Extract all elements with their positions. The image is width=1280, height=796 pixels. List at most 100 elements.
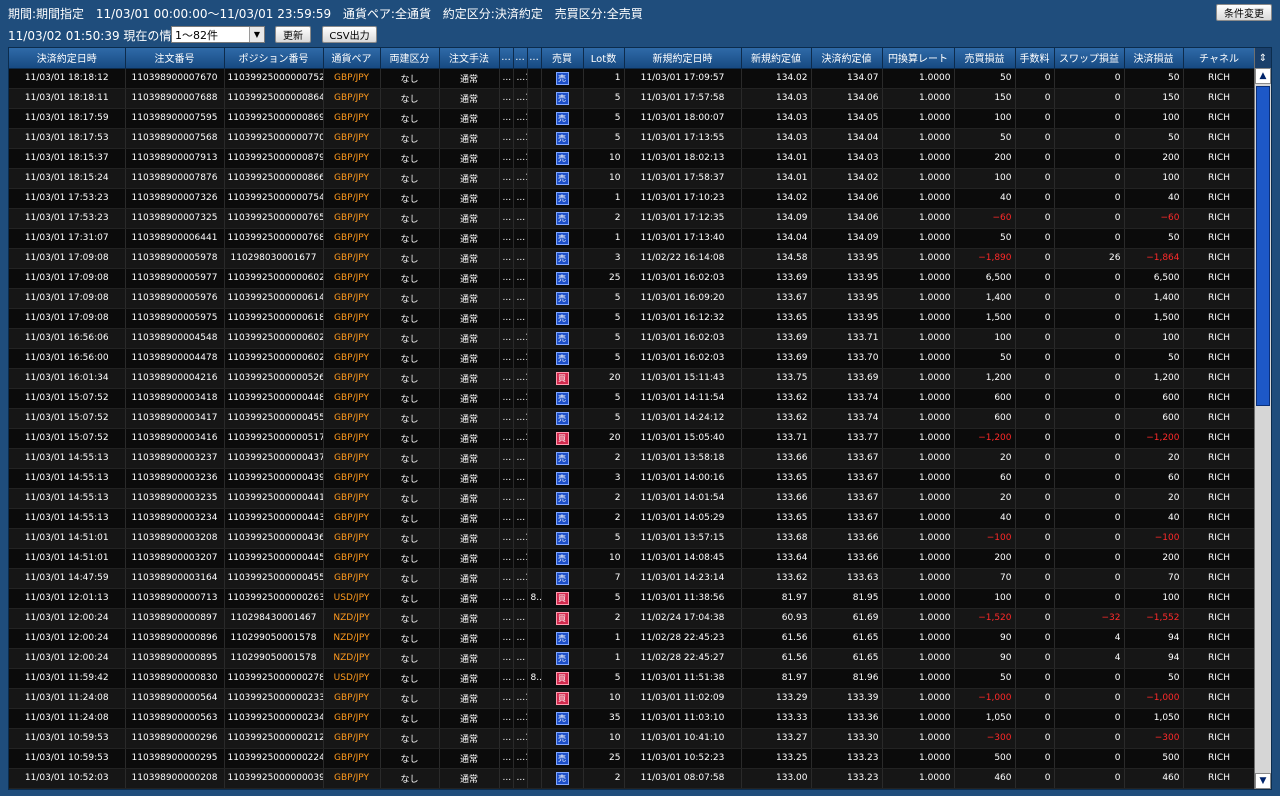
table-cell: 0: [1054, 528, 1125, 549]
range-select[interactable]: 1〜82件 ▼: [171, 26, 265, 43]
table-cell: RICH: [1183, 348, 1256, 369]
table-row[interactable]: 11/03/01 18:18:12 110398900007670 11039925…: [9, 68, 1256, 89]
table-row[interactable]: 11/03/01 14:47:59 110398900003164 11039925…: [9, 568, 1256, 589]
column-header[interactable]: ...: [499, 48, 514, 69]
table-row[interactable]: 11/03/01 16:56:06 110398900004548 11039925…: [9, 328, 1256, 349]
table-row[interactable]: 11/03/01 14:55:13 110398900003234 11039925…: [9, 508, 1256, 529]
column-header[interactable]: 売買損益: [954, 48, 1016, 69]
column-header[interactable]: 円換算レート: [882, 48, 955, 69]
vertical-scrollbar[interactable]: ▲ ▼: [1254, 68, 1271, 789]
table-row[interactable]: 11/03/01 11:24:08 110398900000564 11039925…: [9, 688, 1256, 709]
column-header[interactable]: 新規約定値: [741, 48, 812, 69]
table-row[interactable]: 11/03/01 17:31:07 110398900006441 11039925…: [9, 228, 1256, 249]
column-header[interactable]: 売買: [541, 48, 584, 69]
table-cell: 5: [583, 88, 625, 109]
column-header[interactable]: 通貨ペア: [323, 48, 381, 69]
table-cell: 40: [954, 188, 1016, 209]
column-header[interactable]: ...: [513, 48, 528, 69]
table-cell: 売: [541, 128, 584, 149]
table-row[interactable]: 11/03/01 12:00:24 110398900000897 11029843…: [9, 608, 1256, 629]
table-cell: 0: [1015, 448, 1055, 469]
table-cell: 133.69: [811, 368, 883, 389]
column-header[interactable]: 決済約定値: [811, 48, 883, 69]
table-cell: ...: [499, 228, 514, 249]
table-row[interactable]: 11/03/01 12:00:24 110398900000896 11029905…: [9, 628, 1256, 649]
table-row[interactable]: 11/03/01 15:07:52 110398900003416 11039925…: [9, 428, 1256, 449]
scroll-down-icon[interactable]: ▼: [1255, 773, 1271, 789]
chevron-down-icon[interactable]: ▼: [249, 27, 264, 42]
table-cell: ...: [499, 148, 514, 169]
table-row[interactable]: 11/03/01 11:59:42 110398900000830 11039925…: [9, 668, 1256, 689]
table-row[interactable]: 11/03/01 17:53:23 110398900007326 11039925…: [9, 188, 1256, 209]
table-cell: 10: [583, 728, 625, 749]
scroll-up-icon[interactable]: ▲: [1255, 68, 1271, 84]
table-cell: 0: [1015, 108, 1055, 129]
column-header[interactable]: 注文番号: [125, 48, 225, 69]
table-cell: 90: [954, 648, 1016, 669]
table-cell: ...: [499, 688, 514, 709]
table-row[interactable]: 11/03/01 17:09:08 110398900005975 11039925…: [9, 308, 1256, 329]
table-cell: 133.29: [741, 688, 812, 709]
table-row[interactable]: 11/03/01 15:07:52 110398900003417 11039925…: [9, 408, 1256, 429]
table-row[interactable]: 11/03/01 14:51:01 110398900003207 11039925…: [9, 548, 1256, 569]
column-header[interactable]: Lot数: [583, 48, 625, 69]
table-row[interactable]: 11/03/01 18:18:11 110398900007688 11039925…: [9, 88, 1256, 109]
table-row[interactable]: 11/03/01 17:09:08 110398900005978 11029803…: [9, 248, 1256, 269]
csv-export-button[interactable]: CSV出力: [322, 26, 377, 43]
table-row[interactable]: 11/03/01 10:59:53 110398900000295 11039925…: [9, 748, 1256, 769]
table-row[interactable]: 11/03/01 17:53:23 110398900007325 11039925…: [9, 208, 1256, 229]
table-cell: 110399250000005178: [224, 428, 324, 449]
table-row[interactable]: 11/03/01 16:01:34 110398900004216 11039925…: [9, 368, 1256, 389]
table-row[interactable]: 11/03/01 14:55:13 110398900003236 11039925…: [9, 468, 1256, 489]
column-header[interactable]: チャネル: [1183, 48, 1256, 69]
column-header[interactable]: 決済損益: [1124, 48, 1184, 69]
table-cell: 0: [1015, 508, 1055, 529]
table-cell: RICH: [1183, 748, 1256, 769]
column-settings-icon[interactable]: ⇕: [1254, 48, 1271, 68]
table-cell: 0: [1015, 68, 1055, 89]
table-row[interactable]: 11/03/01 18:15:24 110398900007876 11039925…: [9, 168, 1256, 189]
table-row[interactable]: 11/03/01 14:51:01 110398900003208 11039925…: [9, 528, 1256, 549]
column-header[interactable]: ポジション番号: [224, 48, 324, 69]
table-cell: 11/03/01 17:10:23: [624, 188, 742, 209]
table-row[interactable]: 11/03/01 18:17:53 110398900007568 11039925…: [9, 128, 1256, 149]
table-cell: ...: [513, 508, 528, 529]
table-cell: 1.0000: [882, 728, 955, 749]
table-row[interactable]: 11/03/01 16:56:00 110398900004478 11039925…: [9, 348, 1256, 369]
column-header[interactable]: 決済約定日時: [9, 48, 126, 69]
table-row[interactable]: 11/03/01 18:17:59 110398900007595 11039925…: [9, 108, 1256, 129]
table-cell: RICH: [1183, 468, 1256, 489]
table-row[interactable]: 11/03/01 10:52:03 110398900000208 11039925…: [9, 768, 1256, 789]
column-header[interactable]: 両建区分: [380, 48, 440, 69]
table-row[interactable]: 11/03/01 14:55:13 110398900003235 11039925…: [9, 488, 1256, 509]
refresh-button[interactable]: 更新: [275, 26, 311, 43]
column-header[interactable]: 新規約定日時: [624, 48, 742, 69]
sell-badge: 売: [555, 251, 569, 265]
column-header[interactable]: スワップ損益: [1054, 48, 1125, 69]
table-cell: 50: [954, 348, 1016, 369]
column-header[interactable]: 手数料: [1015, 48, 1055, 69]
column-header[interactable]: 注文手法: [439, 48, 500, 69]
change-conditions-button[interactable]: 条件変更: [1216, 4, 1272, 21]
table-row[interactable]: 11/03/01 18:15:37 110398900007913 11039925…: [9, 148, 1256, 169]
table-cell: [527, 468, 542, 489]
scroll-thumb[interactable]: [1256, 86, 1270, 406]
table-row[interactable]: 11/03/01 10:59:53 110398900000296 11039925…: [9, 728, 1256, 749]
table-cell: [527, 228, 542, 249]
table-cell: 134.02: [741, 68, 812, 89]
table-cell: 通常: [439, 108, 500, 129]
column-header[interactable]: ...: [527, 48, 542, 69]
table-cell: 133.66: [811, 548, 883, 569]
table-cell: 20: [583, 428, 625, 449]
table-row[interactable]: 11/03/01 12:00:24 110398900000895 11029905…: [9, 648, 1256, 669]
table-cell: 通常: [439, 748, 500, 769]
table-row[interactable]: 11/03/01 17:09:08 110398900005977 11039925…: [9, 268, 1256, 289]
table-row[interactable]: 11/03/01 14:55:13 110398900003237 11039925…: [9, 448, 1256, 469]
table-row[interactable]: 11/03/01 17:09:08 110398900005976 11039925…: [9, 288, 1256, 309]
table-row[interactable]: 11/03/01 15:07:52 110398900003418 11039925…: [9, 388, 1256, 409]
table-cell: 6,500: [1124, 268, 1184, 289]
table-row[interactable]: 11/03/01 12:01:13 110398900000713 11039925…: [9, 588, 1256, 609]
table-row[interactable]: 11/03/01 11:24:08 110398900000563 11039925…: [9, 708, 1256, 729]
table-cell: −32: [1054, 608, 1125, 629]
table-cell: 0: [1054, 308, 1125, 329]
